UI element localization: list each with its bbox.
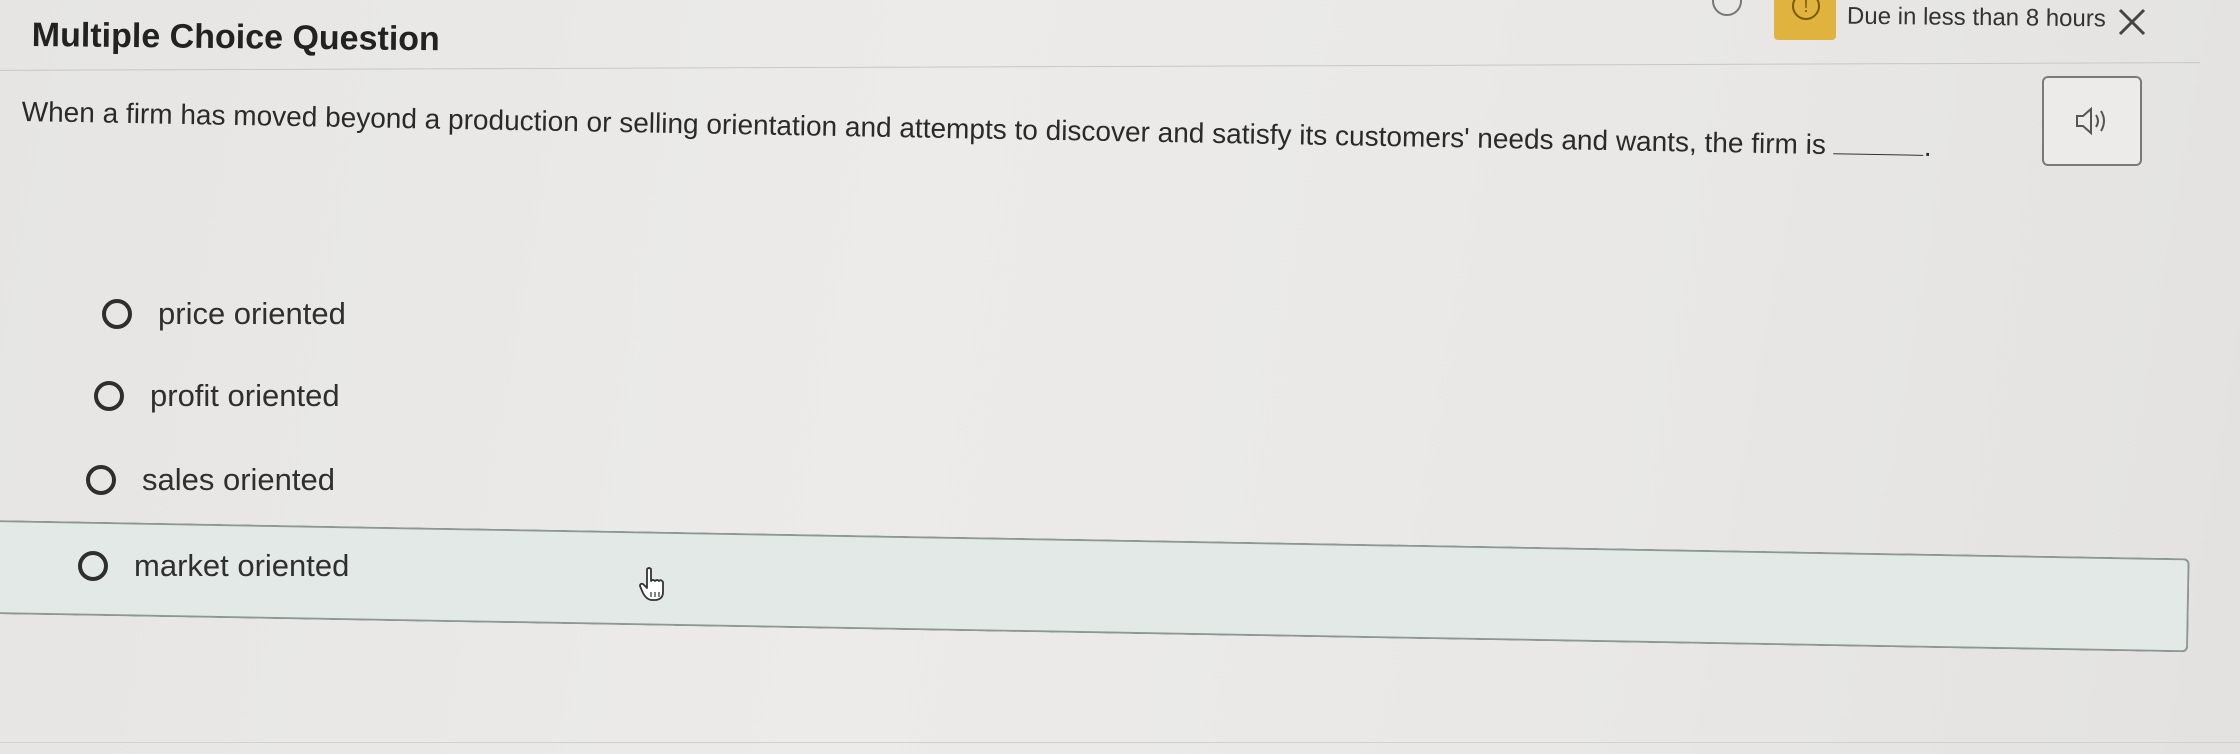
option-label: price oriented xyxy=(158,296,346,331)
header-divider xyxy=(0,62,2200,71)
option-label: profit oriented xyxy=(150,378,340,413)
radio-button[interactable] xyxy=(78,551,108,581)
question-text: When a firm has moved beyond a productio… xyxy=(21,96,2081,166)
option-price-oriented[interactable]: price oriented xyxy=(102,296,346,332)
option-label: market oriented xyxy=(134,548,350,583)
status-circle-icon[interactable] xyxy=(1712,0,1742,16)
option-hover-band xyxy=(0,520,2190,653)
radio-button[interactable] xyxy=(94,381,124,411)
answer-blank xyxy=(1833,153,1924,156)
radio-button[interactable] xyxy=(86,465,116,495)
radio-button[interactable] xyxy=(102,299,132,329)
option-market-oriented[interactable]: market oriented xyxy=(78,548,349,584)
due-status: Due in less than 8 hours xyxy=(1846,2,2106,33)
page-title: Multiple Choice Question xyxy=(31,16,441,59)
question-end: . xyxy=(1923,130,1932,162)
bottom-divider xyxy=(0,742,2240,743)
option-profit-oriented[interactable]: profit oriented xyxy=(94,378,340,414)
speaker-icon xyxy=(2076,106,2105,136)
audio-button[interactable] xyxy=(2042,76,2142,166)
hand-pointer-icon xyxy=(639,567,664,601)
question-prompt: When a firm has moved beyond a productio… xyxy=(21,96,1827,161)
option-label: sales oriented xyxy=(142,462,336,497)
close-icon[interactable] xyxy=(2116,0,2148,46)
option-sales-oriented[interactable]: sales oriented xyxy=(86,462,335,498)
